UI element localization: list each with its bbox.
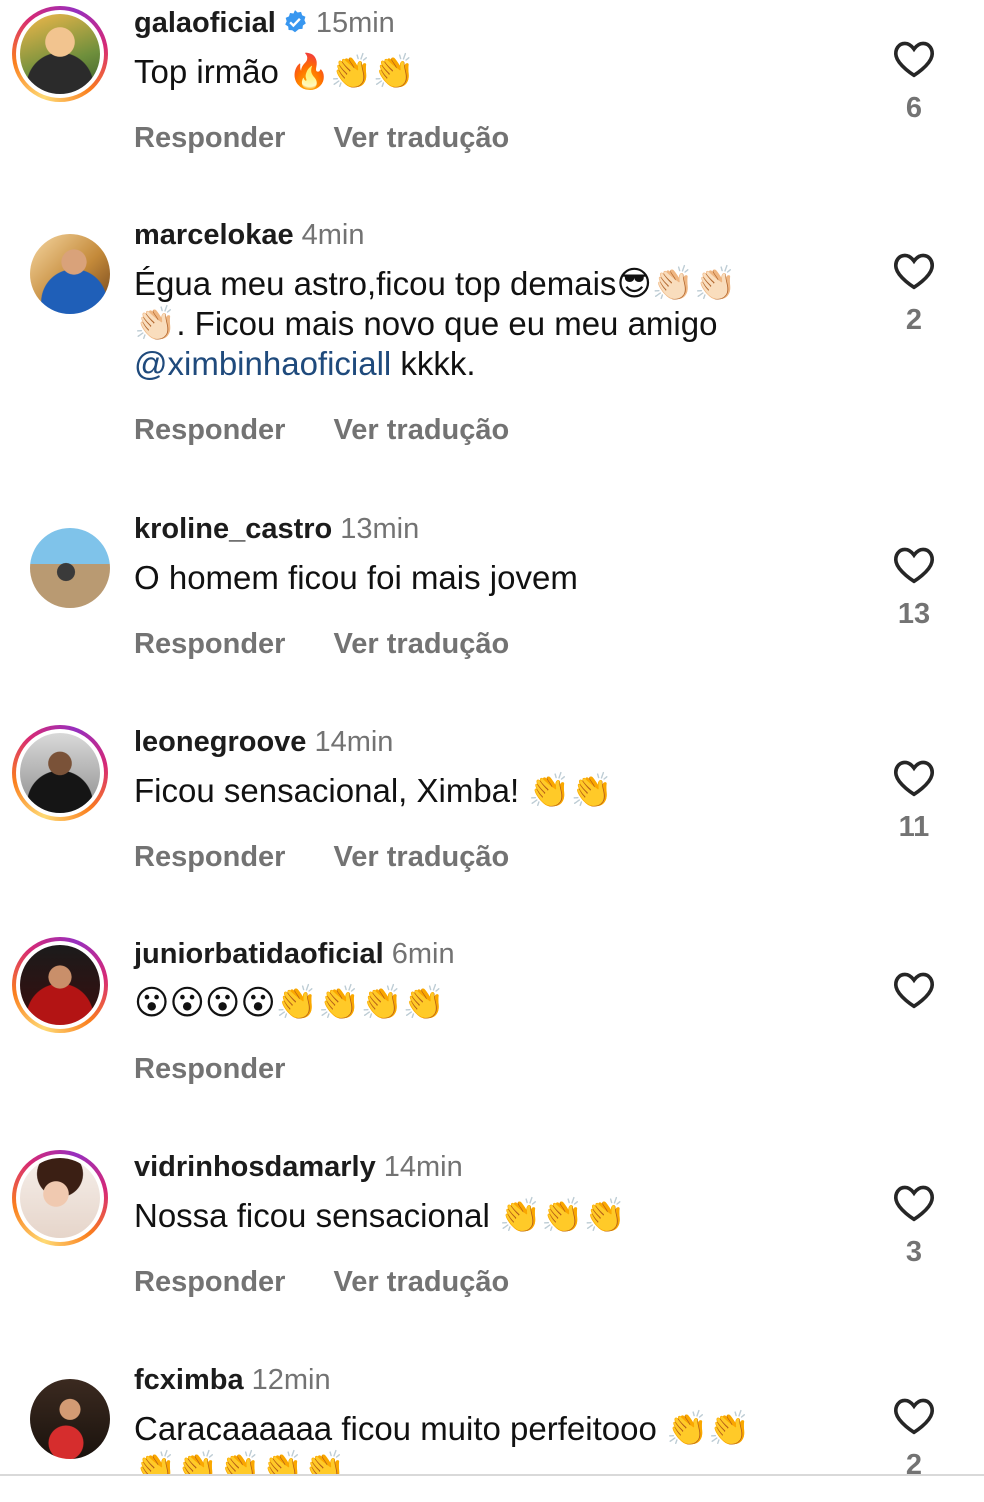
heart-outline-icon[interactable]: [892, 757, 936, 797]
reply-button[interactable]: Responder: [134, 1049, 285, 1089]
see-translation-button[interactable]: Ver tradução: [334, 1262, 510, 1302]
comment-text: Ficou sensacional, Ximba! 👏👏: [134, 771, 614, 811]
reply-button[interactable]: Responder: [134, 1262, 285, 1302]
comment-username[interactable]: marcelokae: [134, 219, 294, 251]
see-translation-button[interactable]: Ver tradução: [334, 624, 510, 664]
avatar-story-ring[interactable]: [12, 725, 108, 821]
avatar: [20, 733, 100, 813]
avatar: [20, 14, 100, 94]
see-translation-button[interactable]: Ver tradução: [334, 410, 510, 450]
comments-list: galaoficial 15min Top irmão 🔥👏👏 Responder…: [0, 0, 984, 1474]
comment-username[interactable]: kroline_castro: [134, 513, 332, 545]
avatar: [20, 945, 100, 1025]
comment-emojis: 👏👏👏: [499, 1196, 627, 1236]
see-translation-button[interactable]: Ver tradução: [334, 118, 510, 158]
comment-emojis: 👏👏: [666, 1409, 751, 1449]
like-count: 3: [905, 1236, 923, 1268]
reply-button[interactable]: Responder: [134, 118, 285, 158]
avatar-story-ring[interactable]: [12, 6, 108, 102]
comment-time: 6min: [391, 938, 455, 970]
avatar-story-ring[interactable]: [12, 937, 108, 1033]
comment-username[interactable]: galaoficial: [134, 7, 276, 39]
reply-button[interactable]: Responder: [134, 837, 285, 877]
heart-outline-icon[interactable]: [892, 544, 936, 584]
avatar: [30, 234, 110, 314]
comment-time: 15min: [315, 7, 395, 39]
comment-username[interactable]: fcximba: [134, 1364, 244, 1396]
like-count: 6: [905, 92, 923, 124]
comment-time: 4min: [301, 219, 365, 251]
heart-outline-icon[interactable]: [892, 250, 936, 290]
comment-time: 13min: [340, 513, 420, 545]
comment-emojis: 👏👏: [528, 771, 614, 811]
comment-text: Nossa ficou sensacional 👏👏👏: [134, 1196, 627, 1236]
divider: [0, 1474, 984, 1476]
comment-emojis: 🔥👏👏: [288, 52, 416, 92]
heart-outline-icon[interactable]: [892, 38, 936, 78]
comment-time: 14min: [314, 726, 394, 758]
comment-username[interactable]: juniorbatidaoficial: [134, 938, 384, 970]
comment-text: Égua meu astro,ficou top demais😎👏🏻👏🏻 👏🏻. …: [134, 264, 737, 382]
comment-username[interactable]: vidrinhosdamarly: [134, 1151, 376, 1183]
heart-outline-icon[interactable]: [892, 1395, 936, 1435]
like-count: 11: [898, 811, 930, 843]
verified-badge-icon: [285, 10, 306, 33]
see-translation-button[interactable]: Ver tradução: [334, 837, 510, 877]
avatar-container[interactable]: [12, 512, 110, 608]
mention-link[interactable]: @ximbinhaoficiall: [134, 345, 391, 382]
avatar: [30, 1379, 110, 1459]
avatar: [20, 1158, 100, 1238]
reply-button[interactable]: Responder: [134, 410, 285, 450]
like-count: 2: [905, 304, 923, 336]
comment-text: O homem ficou foi mais jovem: [134, 559, 578, 596]
avatar: [30, 528, 110, 608]
comment-text: 😮😮😮😮👏👏👏👏: [134, 983, 834, 1023]
like-count: 13: [897, 598, 931, 630]
heart-outline-icon[interactable]: [892, 969, 936, 1009]
like-count: 2: [905, 1449, 923, 1474]
heart-outline-icon[interactable]: [892, 1182, 936, 1222]
comment-time: 14min: [383, 1151, 463, 1183]
comment-emojis: 😮😮😮😮👏👏👏👏: [134, 983, 446, 1023]
comment-text: Caracaaaaaa ficou muito perfeitooo 👏👏 👏👏👏…: [134, 1409, 751, 1474]
comment-username[interactable]: leonegroove: [134, 726, 306, 758]
avatar-container[interactable]: [12, 218, 110, 314]
avatar-container[interactable]: [12, 1363, 110, 1459]
comment-time: 12min: [251, 1364, 331, 1396]
avatar-story-ring[interactable]: [12, 1150, 108, 1246]
comment-text: Top irmão 🔥👏👏: [134, 52, 416, 92]
reply-button[interactable]: Responder: [134, 624, 285, 664]
